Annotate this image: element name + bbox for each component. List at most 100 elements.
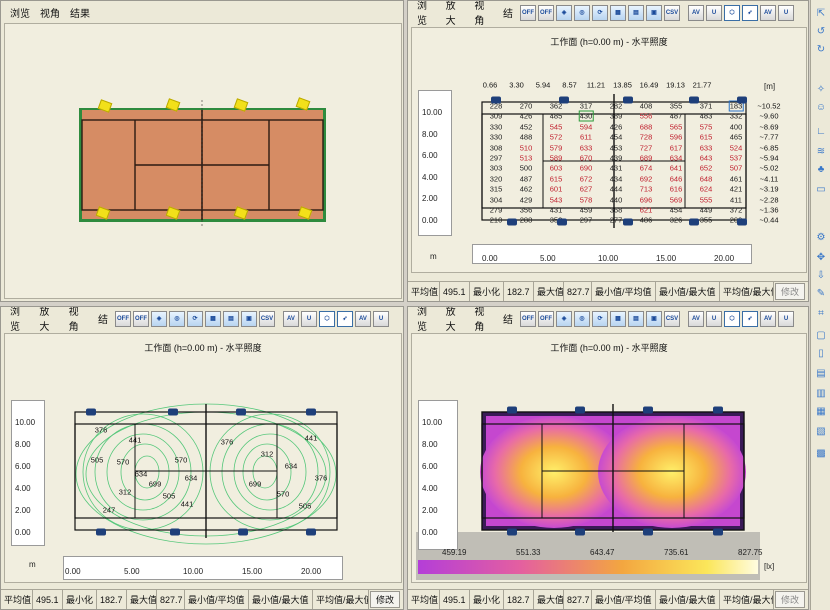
menu-view[interactable]: 浏览 [412,1,441,27]
grid-value: 355 [669,101,683,111]
off-toggle-button[interactable]: OFF [538,5,554,21]
av-button[interactable]: AV [760,311,776,327]
off-toggle-button[interactable]: OFF [133,311,149,327]
rectangle-icon[interactable]: ▢ [814,328,828,342]
x-tick-label: 0.00 [65,567,81,576]
u-button[interactable]: U [706,5,722,21]
av-button[interactable]: AV [760,5,776,21]
gear-icon[interactable]: ⚙ [814,230,828,244]
y-tick-label: 4.00 [422,172,438,182]
y-tick-label: 8.00 [422,440,438,449]
grid-icon[interactable]: ▦ [610,5,626,21]
panel-icon[interactable]: ▤ [814,366,828,380]
table-icon[interactable]: ▤ [223,311,239,327]
av-button[interactable]: AV [688,311,704,327]
modify-button[interactable]: 修改 [775,283,805,300]
legend-tick: 551.33 [516,548,541,557]
false-color-canvas[interactable]: 工作面 (h=0.00 m) - 水平照度 10.00 8.00 6.00 4.… [411,333,807,583]
off-toggle-button[interactable]: OFF [115,311,131,327]
refresh-icon[interactable]: ⟳ [592,311,608,327]
frame-icon[interactable]: ⌗ [814,306,828,320]
av-button[interactable]: AV [283,311,299,327]
brush-icon[interactable]: ✎ [814,286,828,300]
av-button[interactable]: AV [688,5,704,21]
menu-angle[interactable]: 视角 [469,1,498,27]
fill-icon[interactable]: ◈ [556,311,572,327]
person-icon[interactable]: ☺ [814,100,828,114]
refresh-icon[interactable]: ⟳ [187,311,203,327]
image-icon[interactable]: ▣ [646,5,662,21]
menu-results[interactable]: 结果 [65,5,95,20]
target-icon[interactable]: ◎ [574,311,590,327]
save-icon[interactable]: ▦ [814,404,828,418]
csv-export-button[interactable]: CSV [664,5,680,21]
off-toggle-button[interactable]: OFF [520,5,536,21]
menu-zoom[interactable]: 放大 [34,307,63,333]
modify-button[interactable]: 修改 [775,591,805,608]
off-toggle-button[interactable]: OFF [520,311,536,327]
csv-export-button[interactable]: CSV [259,311,275,327]
table-icon[interactable]: ▤ [628,311,644,327]
menu-results[interactable]: 结 [498,311,518,326]
menu-view[interactable]: 浏览 [5,5,35,20]
chart-icon[interactable]: ∟ [814,124,828,138]
csv-export-button[interactable]: CSV [664,311,680,327]
u-button[interactable]: U [706,311,722,327]
target-icon[interactable]: ◎ [169,311,185,327]
u-button[interactable]: U [778,5,794,21]
layers-icon[interactable]: ≋ [814,144,828,158]
menu-angle[interactable]: 视角 [64,307,93,333]
x-tick-label: 10.00 [183,567,204,576]
min-value: 182.7 [97,590,127,609]
image-icon[interactable]: ▣ [241,311,257,327]
menu-view[interactable]: 浏览 [5,307,34,333]
pointer-icon[interactable]: ➶ [742,5,758,21]
lighting-icon[interactable]: ✧ [814,82,828,96]
camera-icon[interactable]: ▭ [814,182,828,196]
menu-zoom[interactable]: 放大 [441,1,470,27]
table-icon[interactable]: ▤ [628,5,644,21]
grid-icon[interactable]: ▦ [610,311,626,327]
grid-value: 355 [699,215,713,225]
luminaire-icon [689,96,699,104]
cube-icon[interactable]: ⬡ [724,5,740,21]
menu-view[interactable]: 浏览 [412,307,441,333]
refresh-icon[interactable]: ⟳ [592,5,608,21]
u-button[interactable]: U [778,311,794,327]
modify-button[interactable]: 修改 [370,591,400,608]
move-cross-icon[interactable]: ✥ [814,250,828,264]
u-button[interactable]: U [373,311,389,327]
contour-label: 634 [284,461,298,471]
menu-results[interactable]: 结 [93,311,113,326]
tree-icon[interactable]: ♣ [814,162,828,176]
cube-icon[interactable]: ⬡ [724,311,740,327]
grid-canvas[interactable]: 工作面 (h=0.00 m) - 水平照度 0.66 3.30 5.94 8.57 11… [411,27,807,273]
export-icon[interactable]: ▧ [814,424,828,438]
rotate-left-icon[interactable]: ↺ [814,24,828,38]
menu-results[interactable]: 结 [498,5,518,20]
cube-icon[interactable]: ⬡ [319,311,335,327]
arrow-down-icon[interactable]: ⇩ [814,268,828,282]
menu-angle[interactable]: 视角 [35,5,65,20]
grid-value: 452 [519,122,533,132]
contour-canvas[interactable]: 工作面 (h=0.00 m) - 水平照度 376 441 505 570 63… [4,333,402,583]
u-button[interactable]: U [301,311,317,327]
move-icon[interactable]: ⇱ [814,6,828,20]
grid-icon[interactable]: ▦ [205,311,221,327]
menu-zoom[interactable]: 放大 [441,307,470,333]
3d-canvas[interactable] [4,23,402,299]
window-icon[interactable]: ▯ [814,346,828,360]
pointer-icon[interactable]: ➶ [337,311,353,327]
image-icon[interactable]: ▣ [646,311,662,327]
menu-angle[interactable]: 视角 [469,307,498,333]
pointer-icon[interactable]: ➶ [742,311,758,327]
panel2-icon[interactable]: ▥ [814,386,828,400]
fill-icon[interactable]: ◈ [556,5,572,21]
target-icon[interactable]: ◎ [574,5,590,21]
av-button[interactable]: AV [355,311,371,327]
fill-icon[interactable]: ◈ [151,311,167,327]
off-toggle-button[interactable]: OFF [538,311,554,327]
luminaire-icon [689,218,699,226]
rotate-right-icon[interactable]: ↻ [814,42,828,56]
grid-view-icon[interactable]: ▩ [814,446,828,460]
